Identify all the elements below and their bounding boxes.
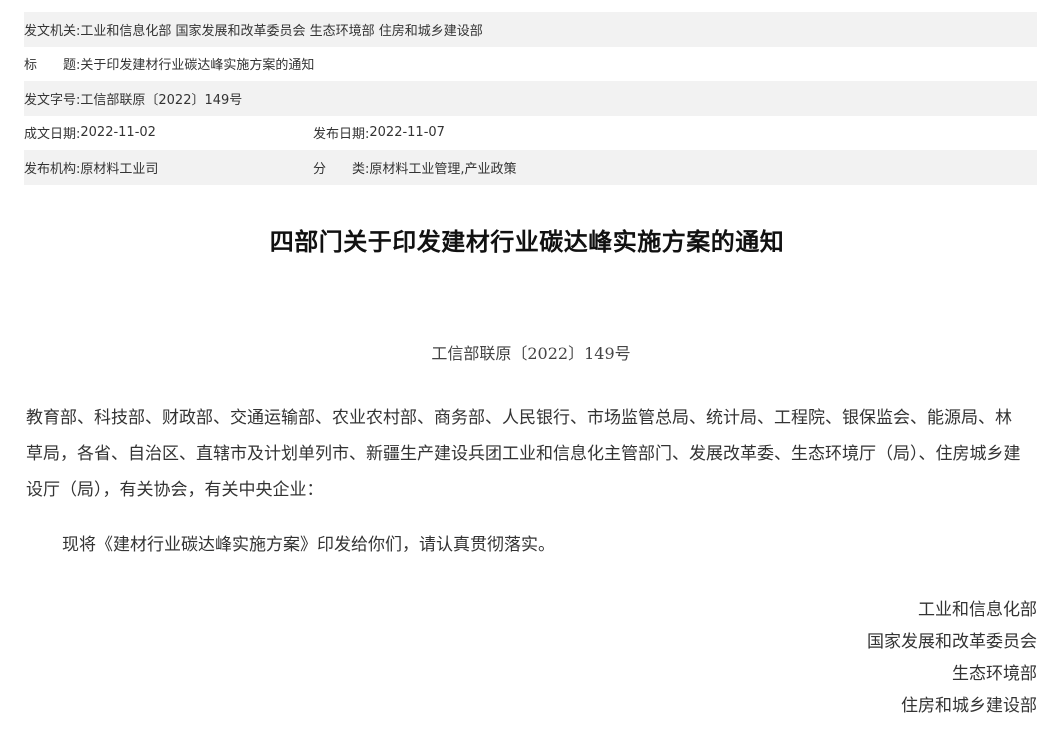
document-metadata-table: 发文机关: 工业和信息化部 国家发展和改革委员会 生态环境部 住房和城乡建设部 …: [24, 12, 1037, 185]
published-date-cell: 发布日期: 2022-11-07: [313, 123, 445, 142]
published-date-label: 发布日期:: [313, 127, 370, 143]
signature-line: 住房和城乡建设部: [901, 696, 1037, 716]
category-value: 原材料工业管理,产业政策: [369, 161, 517, 177]
created-date-cell: 成文日期: 2022-11-02: [24, 123, 313, 142]
docno-value: 工信部联原〔2022〕149号: [80, 92, 243, 108]
document-number: 工信部联原〔2022〕149号: [431, 344, 631, 363]
issuer-value: 工业和信息化部 国家发展和改革委员会 生态环境部 住房和城乡建设部: [80, 23, 483, 39]
meta-row-dates: 成文日期: 2022-11-02 发布日期: 2022-11-07: [24, 116, 1037, 151]
category-label: 分 类:: [313, 161, 370, 177]
agency-value: 原材料工业司: [80, 161, 159, 177]
signature-block: 工业和信息化部 国家发展和改革委员会 生态环境部 住房和城乡建设部: [867, 594, 1037, 722]
agency-cell: 发布机构: 原材料工业司: [24, 158, 313, 177]
docno-label: 发文字号:: [24, 92, 81, 108]
agency-label: 发布机构:: [24, 161, 81, 177]
recipients-paragraph: 教育部、科技部、财政部、交通运输部、农业农村部、商务部、人民银行、市场监管总局、…: [26, 408, 1021, 500]
signature-line: 生态环境部: [952, 664, 1037, 684]
issuer-label: 发文机关:: [24, 23, 81, 39]
meta-row-docno: 发文字号: 工信部联原〔2022〕149号: [24, 81, 1037, 116]
meta-row-subject: 标 题: 关于印发建材行业碳达峰实施方案的通知: [24, 47, 1037, 82]
category-cell: 分 类: 原材料工业管理,产业政策: [313, 158, 517, 177]
signature-line: 工业和信息化部: [918, 600, 1037, 620]
subject-value: 关于印发建材行业碳达峰实施方案的通知: [80, 58, 315, 74]
meta-row-issuer: 发文机关: 工业和信息化部 国家发展和改革委员会 生态环境部 住房和城乡建设部: [24, 12, 1037, 47]
body-paragraph: 现将《建材行业碳达峰实施方案》印发给你们，请认真贯彻落实。: [62, 535, 555, 555]
signature-line: 国家发展和改革委员会: [867, 632, 1037, 652]
meta-row-agency: 发布机构: 原材料工业司 分 类: 原材料工业管理,产业政策: [24, 150, 1037, 185]
document-title: 四部门关于印发建材行业碳达峰实施方案的通知: [269, 228, 785, 256]
published-date-value: 2022-11-07: [369, 125, 445, 141]
created-date-label: 成文日期:: [24, 127, 81, 143]
created-date-value: 2022-11-02: [80, 125, 156, 141]
subject-label: 标 题:: [24, 58, 81, 74]
